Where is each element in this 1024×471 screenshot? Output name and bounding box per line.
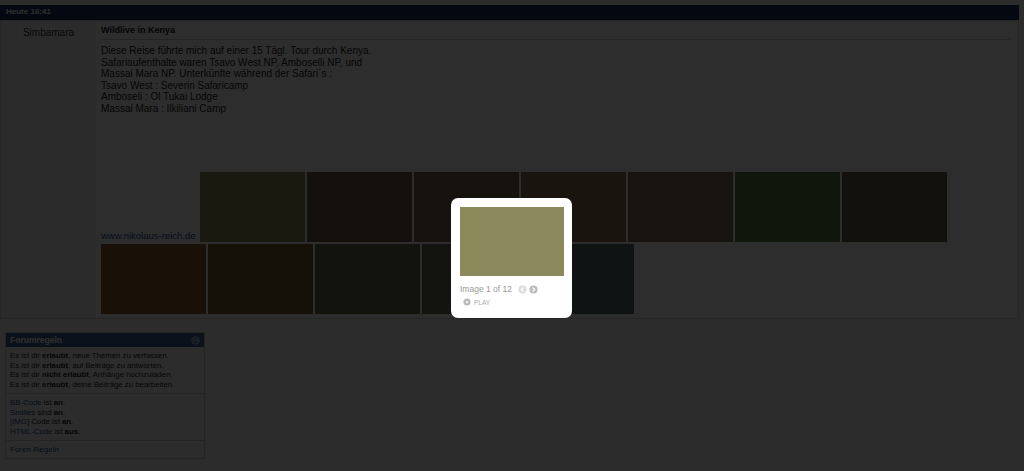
lightbox-nav: Image 1 of 12 bbox=[460, 284, 564, 294]
lightbox-image[interactable] bbox=[460, 207, 564, 276]
prev-icon[interactable] bbox=[518, 285, 527, 294]
image-counter: Image 1 of 12 bbox=[460, 284, 512, 294]
play-icon bbox=[463, 298, 471, 306]
lightbox: Image 1 of 12 PLAY bbox=[451, 198, 572, 318]
next-icon[interactable] bbox=[529, 285, 538, 294]
play-button[interactable]: PLAY bbox=[463, 298, 564, 306]
